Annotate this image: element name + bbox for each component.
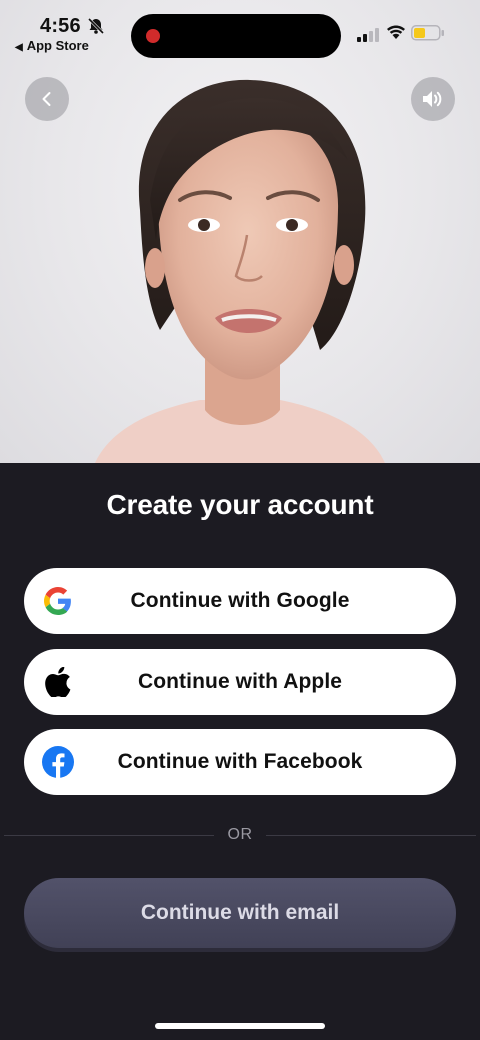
presenter-image [95, 79, 385, 463]
recording-dot-icon [146, 29, 160, 43]
page-title: Create your account [106, 489, 374, 520]
battery-icon [411, 25, 444, 41]
apple-icon [42, 666, 74, 698]
wifi-icon [387, 25, 405, 39]
back-button[interactable] [25, 77, 69, 121]
bell-slash-icon [87, 17, 105, 35]
sign-up-sheet: Create your account Continue with Google… [0, 463, 480, 1040]
continue-with-apple-button[interactable]: Continue with Apple [24, 649, 456, 715]
or-text: OR [227, 826, 253, 843]
home-indicator[interactable] [155, 1023, 325, 1029]
status-bar: 4:56 ◀ App Store [0, 0, 480, 60]
status-time: 4:56 [40, 15, 81, 37]
google-icon [42, 585, 74, 617]
google-button-label: Continue with Google [130, 589, 350, 612]
intro-video [0, 0, 480, 463]
continue-with-google-button[interactable]: Continue with Google [24, 568, 456, 634]
continue-with-email-button[interactable]: Continue with email [24, 878, 456, 948]
back-triangle-icon: ◀ [15, 42, 23, 53]
sound-toggle-button[interactable] [411, 77, 455, 121]
back-app-label: App Store [26, 38, 89, 53]
facebook-button-label: Continue with Facebook [117, 750, 363, 773]
continue-with-facebook-button[interactable]: Continue with Facebook [24, 729, 456, 795]
speaker-icon [423, 91, 442, 107]
facebook-icon [42, 746, 74, 778]
back-to-app-store[interactable]: ◀ App Store [15, 38, 89, 53]
apple-button-label: Continue with Apple [137, 670, 343, 693]
email-button-label: Continue with email [140, 901, 340, 924]
chevron-left-icon [42, 92, 51, 106]
signal-icon [357, 28, 379, 42]
dynamic-island [131, 14, 341, 58]
